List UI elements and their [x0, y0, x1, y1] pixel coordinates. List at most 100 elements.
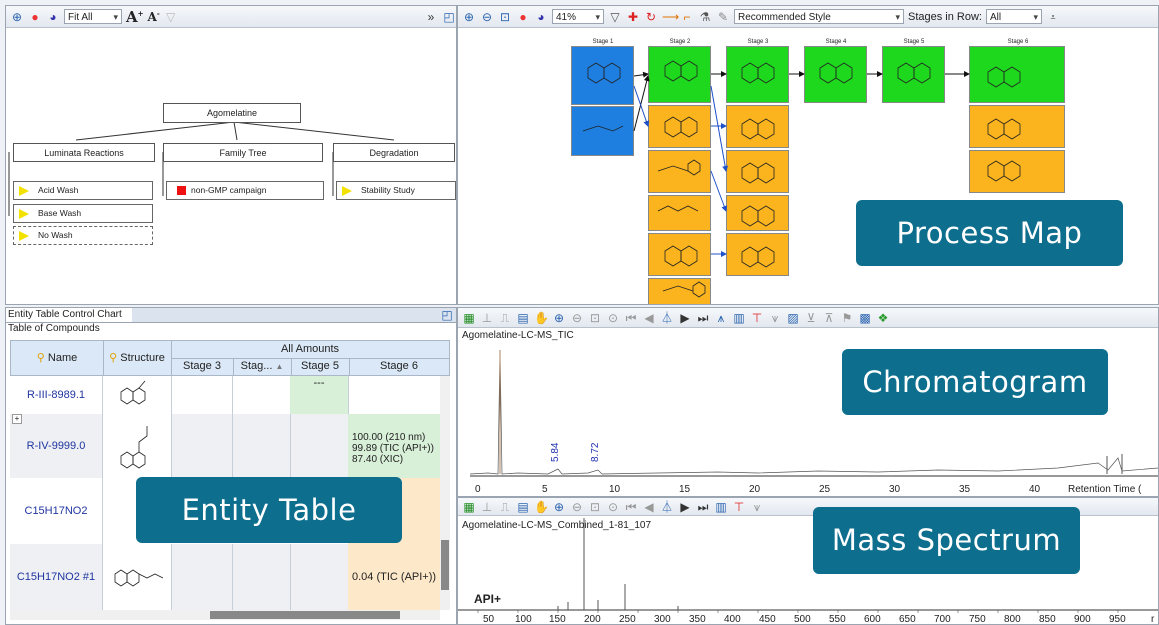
x-tick: 15	[679, 484, 691, 495]
scroll-thumb[interactable]	[210, 611, 400, 619]
tree-leaf-acid-wash[interactable]: Acid Wash	[13, 181, 153, 200]
peak-label-1: 5.84	[550, 442, 561, 462]
x-tick: 40	[1029, 484, 1041, 495]
x-tick: 350	[689, 614, 706, 625]
x-tick: 850	[1039, 614, 1056, 625]
entity-tab[interactable]: Entity Table Control Chart	[6, 308, 133, 323]
row-stag	[232, 544, 291, 610]
leaf-label: non-GMP campaign	[191, 185, 267, 195]
tree-leaf-non-gmp[interactable]: non-GMP campaign	[166, 181, 324, 200]
mass-spectrum-pane: ▦ ⊥ ⎍ ▤ ✋ ⊕ ⊖ ⊡ ⊙ ⏮ ◀ ⏃ ▶ ⏭ ▥ ⊤ ⩛ Agomel…	[457, 497, 1159, 625]
entity-table-callout: Entity Table	[136, 477, 402, 543]
sort-up-icon: ▲	[275, 362, 284, 371]
row-stage5: ---	[290, 376, 349, 414]
x-tick: 100	[515, 614, 532, 625]
table-row[interactable]: R-III-8989.1 ---	[10, 376, 440, 415]
col-stag-label: Stag...	[240, 360, 273, 372]
tree-leaf-no-wash[interactable]: No Wash	[13, 226, 153, 245]
x-tick: 750	[969, 614, 986, 625]
x-tick: 650	[899, 614, 916, 625]
table-subtitle: Table of Compounds	[8, 323, 100, 334]
process-map-pane: ⊕ ⊖ ⊡ ● ◕ 41% ▾ ▽ ✚ ↻ ⟶ ⌐ ⚗ ✎ Recommended…	[457, 5, 1159, 305]
triangle-icon	[19, 186, 29, 196]
x-tick: 30	[889, 484, 901, 495]
row-structure	[102, 544, 172, 610]
x-tick: 25	[819, 484, 831, 495]
settings-panel-icon[interactable]: ◰	[440, 308, 454, 322]
stage6-value-1: 100.00 (210 nm)	[352, 432, 426, 443]
col-header-all-amounts: All Amounts	[171, 341, 449, 359]
row-stage3	[170, 414, 233, 478]
scroll-thumb[interactable]	[441, 540, 449, 590]
stage6-value-2: 99.89 (TIC (API+))	[352, 443, 434, 454]
x-tick: 250	[619, 614, 636, 625]
x-axis-label: Retention Time (	[1068, 484, 1142, 495]
x-tick: 300	[654, 614, 671, 625]
tree-leaf-base-wash[interactable]: Base Wash	[13, 204, 153, 223]
x-tick: 600	[864, 614, 881, 625]
tree-leaf-stability[interactable]: Stability Study	[336, 181, 456, 200]
row-name[interactable]: C15H17NO2 #1	[10, 544, 102, 610]
tab-strip	[132, 308, 456, 323]
vertical-scrollbar[interactable]	[440, 376, 450, 610]
leaf-label: No Wash	[38, 230, 73, 240]
tree-branch-degradation[interactable]: Degradation	[333, 143, 455, 162]
x-tick: 50	[483, 614, 495, 625]
col-header-stage3[interactable]: Stage 3	[171, 358, 234, 375]
col-header-stage6[interactable]: Stage 6	[349, 358, 449, 375]
row-stage5	[290, 414, 349, 478]
x-tick: 550	[829, 614, 846, 625]
col-header-stag[interactable]: Stag... ▲	[233, 358, 292, 375]
tree-root-agomelatine[interactable]: Agomelatine	[163, 103, 301, 123]
x-tick: 0	[475, 484, 481, 495]
key-icon: ⚲	[109, 352, 118, 364]
row-structure	[102, 414, 172, 478]
x-tick: 500	[794, 614, 811, 625]
process-map-callout: Process Map	[856, 200, 1123, 266]
leaf-label: Stability Study	[361, 185, 415, 195]
tree-branch-luminata[interactable]: Luminata Reactions	[13, 143, 155, 162]
chromatogram-pane: ▦ ⊥ ⎍ ▤ ✋ ⊕ ⊖ ⊡ ⊙ ⏮ ◀ ⏃ ▶ ⏭ ⩚ ▥ ⊤ ⩛ ▨ ⊻ …	[457, 307, 1159, 497]
row-stage5	[290, 544, 349, 610]
triangle-icon	[19, 231, 29, 241]
x-tick: 900	[1074, 614, 1091, 625]
x-tick: 700	[934, 614, 951, 625]
row-stage6: 0.04 (TIC (API+))	[348, 544, 440, 610]
row-name[interactable]: R-III-8989.1	[10, 376, 102, 414]
leaf-label: Base Wash	[38, 208, 82, 218]
row-stag	[232, 376, 291, 414]
x-tick: 10	[609, 484, 621, 495]
peak-label-2: 8.72	[590, 442, 601, 462]
x-tick: 450	[759, 614, 776, 625]
x-tick: 200	[584, 614, 601, 625]
key-icon: ⚲	[36, 352, 45, 364]
table-header: ⚲ Name ⚲ Structure All Amounts Stage 3 S…	[10, 340, 450, 376]
triangle-icon	[19, 209, 29, 219]
structure-drawing	[120, 380, 146, 405]
red-square-icon	[177, 186, 186, 195]
tree-pane: ⊕ ● ◕ Fit All ▾ A+ A- ▽ » ◰ Agomelatine L…	[5, 5, 457, 305]
structure-drawing	[114, 569, 164, 587]
x-tick: 20	[749, 484, 761, 495]
x-tick: 35	[959, 484, 971, 495]
col-header-stage5[interactable]: Stage 5	[291, 358, 350, 375]
x-tick: 800	[1004, 614, 1021, 625]
x-tick: 5	[542, 484, 548, 495]
col-name-label: Name	[47, 352, 78, 364]
col-structure-label: Structure	[120, 352, 165, 364]
leaf-label: Acid Wash	[38, 185, 79, 195]
tree-branch-family-tree[interactable]: Family Tree	[163, 143, 323, 162]
triangle-icon	[342, 186, 352, 196]
table-row[interactable]: + R-IV-9999.0 100.00 (210 nm) 99.89 (TIC…	[10, 414, 440, 479]
horizontal-scrollbar[interactable]	[10, 610, 440, 620]
col-header-structure[interactable]: ⚲ Structure	[103, 341, 172, 375]
row-stage3	[170, 544, 233, 610]
row-stage6: 100.00 (210 nm) 99.89 (TIC (API+)) 87.40…	[348, 414, 440, 478]
table-row[interactable]: C15H17NO2 #1 0.04 (TIC (API+))	[10, 544, 440, 611]
row-stage3	[170, 376, 233, 414]
row-name[interactable]: R-IV-9999.0	[10, 414, 102, 478]
row-structure	[102, 376, 172, 414]
row-name[interactable]: C15H17NO2	[10, 478, 102, 544]
x-tick: 950	[1109, 614, 1126, 625]
col-header-name[interactable]: ⚲ Name	[11, 341, 104, 375]
